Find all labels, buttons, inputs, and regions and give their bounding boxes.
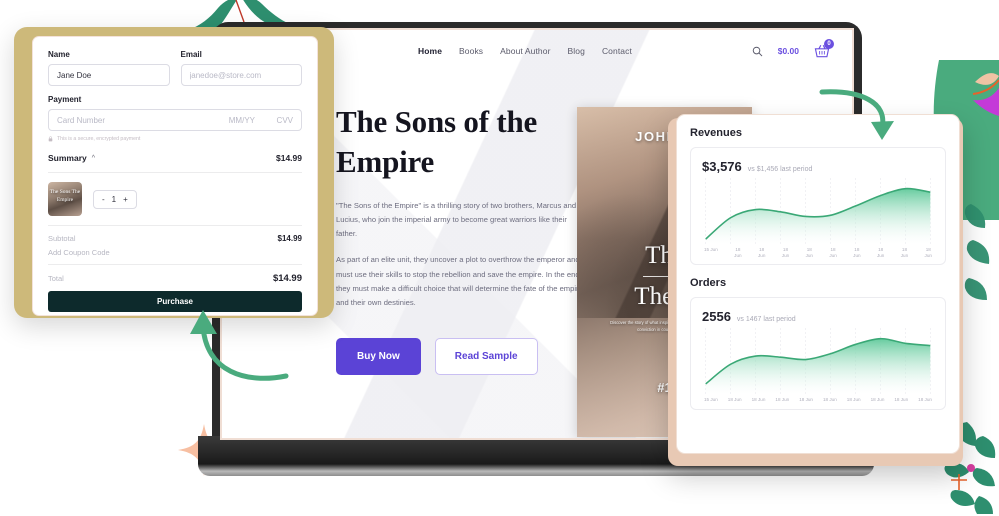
orders-value: 2556	[702, 309, 731, 325]
total-row: Total $14.99	[48, 273, 302, 284]
cart-count-badge: 0	[824, 39, 834, 49]
card-input-row[interactable]: Card Number MM/YY CVV	[48, 109, 302, 131]
orders-comparison: vs 1467 last period	[736, 316, 796, 324]
x-tick-label: 18 Jun	[775, 397, 790, 403]
orders-heading: Orders	[690, 277, 727, 290]
x-tick-label: 18 Jun	[829, 247, 837, 258]
analytics-dashboard: Revenues $3,576 vs $1,456 last period 15…	[676, 114, 960, 454]
x-tick-label: 18 Jun	[822, 397, 837, 403]
revenues-heading: Revenues	[690, 127, 742, 139]
x-tick-label: 18 Jun	[846, 397, 861, 403]
quantity-value: 1	[111, 194, 117, 204]
cart-button[interactable]: 0	[814, 39, 834, 58]
revenues-comparison: vs $1,456 last period	[747, 166, 813, 173]
name-field-group: Name	[48, 50, 170, 86]
x-tick-label: 18 Jun	[876, 247, 885, 258]
card-number-input[interactable]: Card Number	[57, 116, 221, 125]
subtotal-row: Subtotal $14.99	[48, 234, 302, 243]
hero-actions: Buy Now Read Sample	[336, 337, 586, 375]
nav-right-group: $0.00 0	[752, 39, 834, 58]
x-tick-label: 18 Jun	[781, 247, 790, 258]
orders-card: 2556 vs 1467 last period 15 Jun 18 Jun 1…	[690, 297, 946, 411]
orders-metric: 2556 vs 1467 last period	[702, 309, 934, 324]
revenues-chart	[702, 178, 934, 244]
email-label: Email	[180, 50, 202, 59]
x-tick-label: 18 Jun	[799, 397, 813, 403]
summary-header[interactable]: Summary ^ $14.99	[48, 153, 302, 173]
subtotal-value: $14.99	[277, 234, 302, 243]
cart-price: $0.00	[777, 46, 799, 56]
cart-line-item: The Sons The Empire - 1 +	[48, 173, 302, 226]
total-label: Total	[48, 274, 64, 283]
payment-field-group: Payment Card Number MM/YY CVV This is a …	[48, 95, 302, 142]
buy-now-button[interactable]: Buy Now	[336, 337, 421, 375]
revenues-card: $3,576 vs $1,456 last period 15 Jun 18 J…	[690, 147, 946, 266]
add-coupon-link[interactable]: Add Coupon Code	[48, 248, 302, 265]
hero-paragraph-1: "The Sons of the Empire" is a thrilling …	[336, 201, 577, 239]
purchase-button[interactable]: Purchase	[48, 291, 302, 312]
orders-area-fill	[705, 339, 931, 395]
totals-block: Subtotal $14.99 Add Coupon Code Total $1…	[48, 226, 302, 284]
orders-area-chart	[705, 328, 931, 395]
x-tick-label: 18 Jun	[757, 247, 766, 258]
revenues-value: $3,576	[702, 159, 742, 174]
x-tick-label: 18 Jun	[900, 247, 909, 258]
nav-link-home[interactable]: Home	[418, 46, 442, 56]
nav-links: Home Books About Author Blog Contact	[418, 46, 632, 56]
contact-fields: Name Email	[48, 50, 302, 86]
x-tick-label: 18 Jun	[894, 397, 909, 403]
x-tick-label: 18 Jun	[924, 247, 932, 258]
payment-label: Payment	[48, 95, 82, 104]
hero-paragraph-2: As part of an elite unit, they uncover a…	[336, 255, 583, 307]
nav-link-about-author[interactable]: About Author	[500, 46, 550, 56]
x-tick-label: 18 Jun	[727, 397, 742, 403]
summary-label: Summary	[48, 153, 87, 163]
x-tick-label: 18 Jun	[870, 397, 885, 403]
name-label: Name	[48, 50, 70, 59]
orders-chart	[702, 328, 934, 395]
subtotal-label: Subtotal	[48, 234, 76, 243]
quantity-stepper[interactable]: - 1 +	[93, 189, 137, 209]
revenues-x-axis: 15 Jun 18 Jun 18 Jun 18 Jun 18 Jun 18 Jun 18 J…	[702, 244, 934, 258]
quantity-decrease-button[interactable]: -	[102, 195, 105, 204]
revenues-metric: $3,576 vs $1,456 last period	[702, 159, 934, 174]
x-tick-label: 18 Jun	[751, 397, 766, 403]
page-title: The Sons of the Empire	[336, 104, 538, 179]
x-tick-label: 18 Jun	[853, 247, 861, 258]
x-tick-label: 18 Jun	[805, 247, 813, 258]
hero-section: The Sons of the Empire "The Sons of the …	[336, 102, 586, 375]
email-input[interactable]	[180, 64, 302, 86]
summary-amount: $14.99	[276, 153, 302, 163]
chevron-up-icon[interactable]: ^	[92, 155, 95, 162]
composition-stage: Home Books About Author Blog Contact $0.…	[0, 0, 999, 516]
read-sample-button[interactable]: Read Sample	[434, 337, 538, 375]
lock-icon	[48, 136, 53, 142]
secure-payment-text: This is a secure, encrypted payment	[57, 136, 141, 142]
orders-x-axis: 15 Jun 18 Jun 18 Jun 18 Jun 18 Jun 18 Jun 18 J…	[702, 394, 934, 403]
revenues-area-chart	[705, 178, 931, 244]
x-tick-label: 15 Jun	[704, 247, 718, 252]
search-icon[interactable]	[752, 46, 763, 57]
x-tick-label: 15 Jun	[704, 397, 718, 403]
nav-link-books[interactable]: Books	[459, 46, 483, 56]
card-cvv-input[interactable]: CVV	[263, 116, 293, 125]
total-value: $14.99	[272, 273, 302, 284]
nav-link-blog[interactable]: Blog	[568, 46, 585, 56]
secure-payment-note: This is a secure, encrypted payment	[48, 136, 302, 142]
name-input[interactable]	[48, 64, 170, 86]
checkout-card: Name Email Payment Card Number MM/YY CVV…	[32, 36, 318, 316]
x-tick-label: 18 Jun	[918, 397, 932, 403]
product-thumbnail[interactable]: The Sons The Empire	[48, 182, 82, 216]
email-field-group: Email	[180, 50, 302, 86]
nav-link-contact[interactable]: Contact	[602, 46, 632, 56]
x-tick-label: 18 Jun	[734, 247, 742, 258]
product-thumbnail-title: The Sons The Empire	[49, 189, 81, 203]
quantity-increase-button[interactable]: +	[123, 195, 128, 204]
card-expiry-input[interactable]: MM/YY	[229, 116, 255, 125]
